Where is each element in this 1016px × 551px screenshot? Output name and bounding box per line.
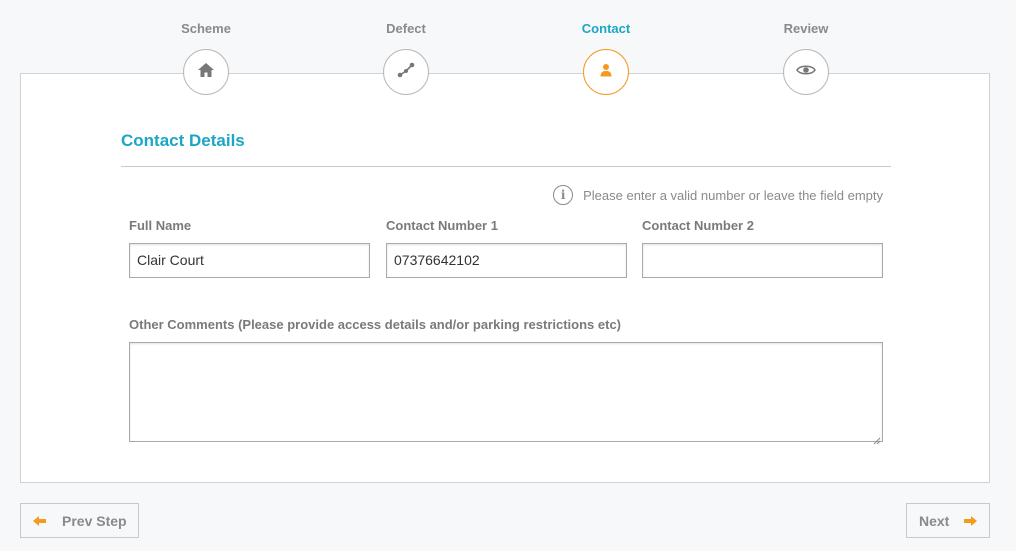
step-circle[interactable]: [783, 49, 829, 95]
step-label: Defect: [386, 21, 426, 36]
step-contact[interactable]: Contact: [546, 0, 666, 95]
step-defect[interactable]: Defect: [346, 0, 466, 95]
eye-icon: [796, 63, 816, 81]
info-icon: i: [553, 185, 574, 205]
step-circle[interactable]: [583, 49, 629, 95]
step-scheme[interactable]: Scheme: [146, 0, 266, 95]
prev-step-button[interactable]: Prev Step: [20, 503, 139, 538]
step-review[interactable]: Review: [746, 0, 866, 95]
arrow-left-icon: [33, 513, 49, 529]
prev-step-label: Prev Step: [62, 512, 127, 529]
contact-number-2-input[interactable]: [642, 243, 883, 278]
section-title: Contact Details: [121, 131, 245, 150]
full-name-label: Full Name: [129, 218, 192, 233]
resize-handle-icon[interactable]: [873, 432, 881, 445]
contact-number-1-label: Contact Number 1: [386, 218, 498, 233]
arrow-right-icon: [963, 513, 979, 529]
validation-hint: i Please enter a valid number or leave t…: [553, 185, 883, 205]
contact-form-card: Contact Details i Please enter a valid n…: [20, 73, 990, 483]
contact-number-1-input[interactable]: 07376642102: [386, 243, 627, 278]
hint-text: Please enter a valid number or leave the…: [583, 187, 883, 203]
step-label: Review: [783, 21, 829, 36]
step-label: Contact: [581, 21, 631, 36]
comments-textarea[interactable]: [129, 342, 883, 442]
contact-number-2-label: Contact Number 2: [642, 218, 754, 233]
step-label: Scheme: [181, 21, 231, 36]
divider: [121, 166, 891, 167]
step-circle[interactable]: [183, 49, 229, 95]
next-label: Next: [919, 512, 950, 529]
user-icon: [599, 63, 613, 82]
next-button[interactable]: Next: [906, 503, 990, 538]
home-icon: [197, 62, 215, 83]
wizard-steps: Scheme Defect Contact Review: [0, 0, 1016, 100]
step-circle[interactable]: [383, 49, 429, 95]
comments-label: Other Comments (Please provide access de…: [129, 317, 622, 332]
full-name-input[interactable]: Clair Court: [129, 243, 370, 278]
route-icon: [397, 62, 415, 83]
